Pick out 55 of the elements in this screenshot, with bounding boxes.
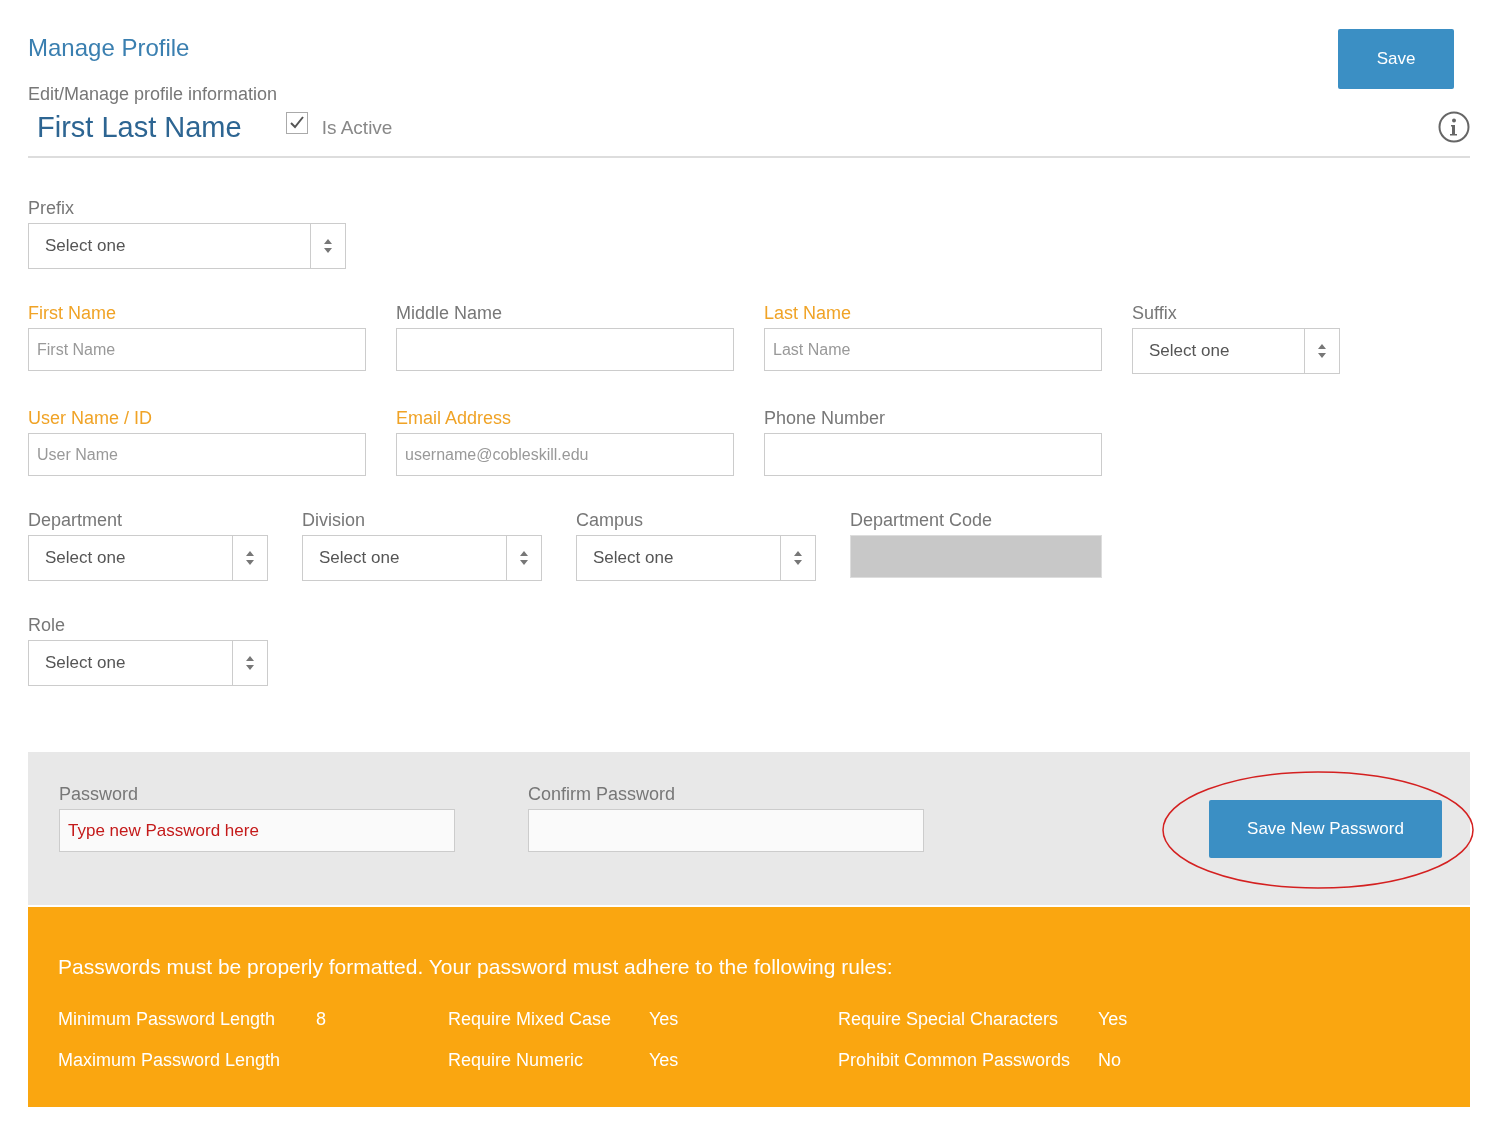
- select-dropdown[interactable]: Select one: [28, 535, 268, 581]
- field-label: Last Name: [764, 303, 852, 324]
- field-label: Department Code: [850, 510, 993, 531]
- rule-label: Require Numeric: [448, 1050, 585, 1072]
- select-dropdown[interactable]: Select one: [1132, 328, 1340, 374]
- select-dropdown[interactable]: Select one: [576, 535, 816, 581]
- sort-arrows-icon: [323, 238, 333, 254]
- save-button[interactable]: Save: [1338, 29, 1454, 89]
- text-field[interactable]: username@cobleskill.edu: [396, 433, 734, 476]
- field-label: Suffix: [1132, 303, 1177, 324]
- rule-label: Prohibit Common Passwords: [838, 1050, 1072, 1072]
- rule-label: Minimum Password Length: [58, 1009, 277, 1031]
- field-label: Middle Name: [396, 303, 503, 324]
- field-label: Email Address: [396, 408, 512, 429]
- field-label: First Name: [28, 303, 116, 324]
- rule-label: Require Special Characters: [838, 1009, 1060, 1031]
- sort-arrows-icon: [793, 550, 803, 566]
- page-title: Manage Profile: [28, 34, 191, 62]
- select-dropdown[interactable]: Select one: [28, 640, 268, 686]
- rule-label: Require Mixed Case: [448, 1009, 613, 1031]
- rule-value: Yes: [649, 1050, 679, 1072]
- sort-arrows-icon: [519, 550, 529, 566]
- rule-value: Yes: [649, 1009, 679, 1031]
- text-field[interactable]: [396, 328, 734, 371]
- select-dropdown[interactable]: Select one: [28, 223, 346, 269]
- field-label: Confirm Password: [528, 784, 677, 805]
- text-field[interactable]: First Name: [28, 328, 366, 371]
- sort-arrows-icon: [245, 655, 255, 671]
- rule-value: 8: [316, 1009, 326, 1031]
- password-field[interactable]: Type new Password here: [59, 809, 455, 852]
- select-dropdown[interactable]: Select one: [302, 535, 542, 581]
- field-label: Password: [59, 784, 140, 805]
- rule-value: No: [1098, 1050, 1121, 1072]
- active-checkbox[interactable]: [285, 111, 308, 134]
- rules-intro: Passwords must be properly formatted. Your password must adhere to the following rules:: [58, 955, 894, 979]
- sort-arrows-icon: [245, 550, 255, 566]
- password-field[interactable]: [528, 809, 924, 852]
- rule-value: Yes: [1098, 1009, 1128, 1031]
- field-label: Prefix: [28, 198, 74, 219]
- info-icon[interactable]: [1438, 111, 1470, 143]
- text-field[interactable]: [764, 433, 1102, 476]
- field-label: User Name / ID: [28, 408, 153, 429]
- field-label: Role: [28, 615, 66, 636]
- field-label: Phone Number: [764, 408, 886, 429]
- sort-arrows-icon: [1317, 343, 1327, 359]
- rule-label: Maximum Password Length: [58, 1050, 282, 1072]
- text-field[interactable]: Last Name: [764, 328, 1102, 371]
- text-field[interactable]: User Name: [28, 433, 366, 476]
- profile-name: First Last Name: [37, 111, 242, 144]
- field-label: Department: [28, 510, 123, 531]
- save-password-button[interactable]: Save New Password: [1209, 800, 1442, 858]
- active-label: Is Active: [321, 116, 393, 139]
- page-subtitle: Edit/Manage profile information: [28, 84, 279, 105]
- field-label: Division: [302, 510, 366, 531]
- field-label: Campus: [576, 510, 644, 531]
